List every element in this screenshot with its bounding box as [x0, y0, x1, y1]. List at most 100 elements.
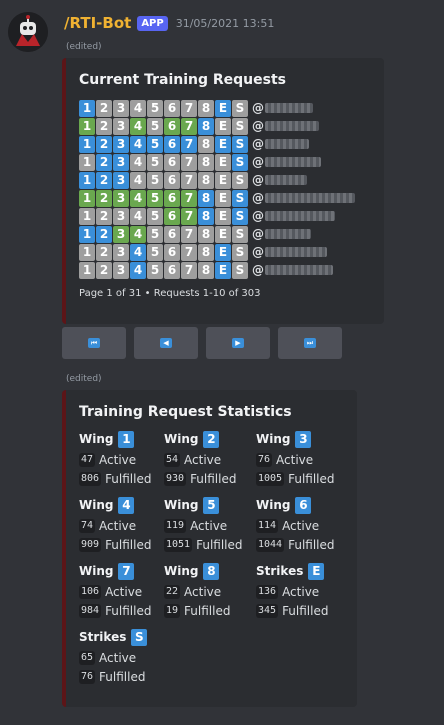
- request-tile: 8: [198, 261, 214, 279]
- last-page-button[interactable]: ⏭: [278, 327, 342, 359]
- prev-page-button[interactable]: ◀: [134, 327, 198, 359]
- request-row: 1 2 3 4 5 6 7 8 E S @: [79, 171, 372, 189]
- stat-tile: 3: [295, 430, 312, 448]
- requester-mention[interactable]: @: [252, 137, 264, 151]
- fulfilled-label: Fulfilled: [196, 537, 243, 552]
- stat-name: Strikes: [256, 564, 304, 578]
- stat-block: Wing 2 54 Active 930 Fulfilled: [164, 429, 256, 489]
- request-tile: S: [232, 171, 248, 189]
- fulfilled-count: 1051: [164, 537, 193, 552]
- request-tile: 5: [147, 189, 163, 207]
- request-tile: 2: [96, 243, 112, 261]
- request-tile: E: [215, 225, 231, 243]
- stat-heading: Strikes E: [256, 561, 356, 581]
- stat-heading: Wing 5: [164, 495, 256, 515]
- request-tile: 7: [181, 207, 197, 225]
- requester-mention[interactable]: @: [252, 263, 264, 277]
- request-tile: 8: [198, 117, 214, 135]
- stat-name: Wing: [256, 498, 291, 512]
- fulfilled-count: 930: [164, 471, 187, 486]
- request-tile: 2: [96, 189, 112, 207]
- stat-tile: 6: [295, 496, 312, 514]
- stats-embed-title: Training Request Statistics: [79, 404, 292, 420]
- stat-name: Wing: [256, 432, 291, 446]
- request-tile: E: [215, 117, 231, 135]
- stat-tile: 8: [203, 562, 220, 580]
- fulfilled-count: 806: [79, 471, 102, 486]
- requester-mention[interactable]: @: [252, 227, 264, 241]
- request-tile: 3: [113, 207, 129, 225]
- request-tile: 3: [113, 171, 129, 189]
- request-tile: 2: [96, 261, 112, 279]
- request-tile: 6: [164, 99, 180, 117]
- pagination-controls: ⏮ ◀ ▶ ⏭: [62, 327, 342, 359]
- fulfilled-label: Fulfilled: [99, 669, 146, 684]
- request-tile: 1: [79, 189, 95, 207]
- request-tile: 4: [130, 189, 146, 207]
- stat-heading: Wing 2: [164, 429, 256, 449]
- active-count: 22: [164, 584, 181, 599]
- redacted-username: [265, 247, 327, 257]
- request-row: 1 2 3 4 5 6 7 8 E S @: [79, 189, 372, 207]
- stat-fulfilled-line: 806 Fulfilled: [79, 469, 164, 488]
- requester-mention[interactable]: @: [252, 209, 264, 223]
- request-tile: 7: [181, 117, 197, 135]
- stat-block: Wing 1 47 Active 806 Fulfilled: [79, 429, 164, 489]
- bot-avatar[interactable]: [8, 12, 48, 52]
- requester-mention[interactable]: @: [252, 101, 264, 115]
- stat-block: Strikes E 136 Active 345 Fulfilled: [256, 561, 356, 621]
- stat-tile: E: [308, 562, 325, 580]
- request-tile: 2: [96, 207, 112, 225]
- request-tile: 1: [79, 135, 95, 153]
- request-row: 1 2 3 4 5 6 7 8 E S @: [79, 153, 372, 171]
- request-tile: 4: [130, 153, 146, 171]
- request-tile: E: [215, 171, 231, 189]
- request-tile: 3: [113, 189, 129, 207]
- request-tile: 4: [130, 207, 146, 225]
- stat-heading: Wing 1: [79, 429, 164, 449]
- next-page-button[interactable]: ▶: [206, 327, 270, 359]
- active-count: 136: [256, 584, 279, 599]
- stat-name: Strikes: [79, 630, 127, 644]
- first-page-icon: ⏮: [88, 338, 100, 348]
- request-tile: 6: [164, 189, 180, 207]
- redacted-username: [265, 265, 333, 275]
- last-page-icon: ⏭: [304, 338, 316, 348]
- fulfilled-count: 19: [164, 603, 181, 618]
- request-tile: 8: [198, 99, 214, 117]
- app-badge: APP: [137, 15, 168, 31]
- request-tile: 5: [147, 117, 163, 135]
- redacted-username: [265, 139, 309, 149]
- stat-fulfilled-line: 76 Fulfilled: [79, 667, 164, 686]
- requester-mention[interactable]: @: [252, 245, 264, 259]
- fulfilled-label: Fulfilled: [190, 471, 237, 486]
- requester-mention[interactable]: @: [252, 191, 264, 205]
- stat-fulfilled-line: 19 Fulfilled: [164, 601, 256, 620]
- redacted-username: [265, 193, 355, 203]
- request-tile: 1: [79, 207, 95, 225]
- request-tile: 3: [113, 99, 129, 117]
- request-tile: 5: [147, 153, 163, 171]
- request-tile: E: [215, 261, 231, 279]
- request-tile: 7: [181, 99, 197, 117]
- request-tile: 5: [147, 243, 163, 261]
- stat-active-line: 106 Active: [79, 582, 164, 601]
- request-tile: 2: [96, 225, 112, 243]
- request-tile: S: [232, 261, 248, 279]
- bot-name[interactable]: /RTI-Bot: [64, 14, 131, 32]
- request-tile: 1: [79, 225, 95, 243]
- stat-name: Wing: [164, 564, 199, 578]
- request-tile: 5: [147, 171, 163, 189]
- request-tile: 8: [198, 171, 214, 189]
- edited-label: (edited): [66, 42, 102, 52]
- stat-block: Wing 5 119 Active 1051 Fulfilled: [164, 495, 256, 555]
- requester-mention[interactable]: @: [252, 173, 264, 187]
- request-tile: E: [215, 135, 231, 153]
- requests-footer: Page 1 of 31 • Requests 1-10 of 303: [79, 288, 261, 299]
- requester-mention[interactable]: @: [252, 155, 264, 169]
- requester-mention[interactable]: @: [252, 119, 264, 133]
- request-tile: 6: [164, 207, 180, 225]
- stat-active-line: 47 Active: [79, 450, 164, 469]
- request-tile: 2: [96, 171, 112, 189]
- first-page-button[interactable]: ⏮: [62, 327, 126, 359]
